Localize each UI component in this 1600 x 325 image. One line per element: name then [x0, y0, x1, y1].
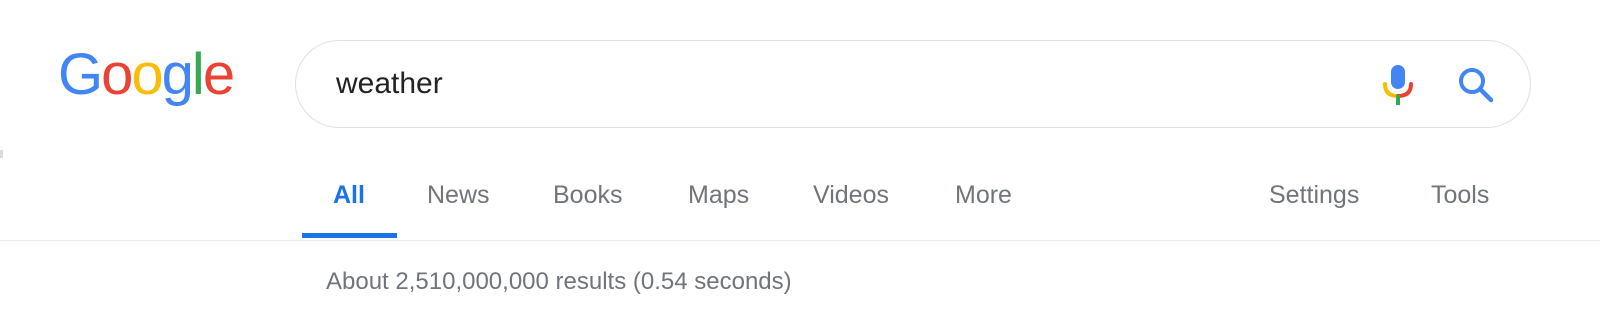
tab-more[interactable]: More	[955, 181, 1012, 210]
tab-books[interactable]: Books	[553, 181, 622, 210]
tab-tools[interactable]: Tools	[1431, 181, 1489, 210]
google-logo[interactable]: Google	[58, 42, 235, 107]
result-stats: About 2,510,000,000 results (0.54 second…	[326, 268, 792, 295]
logo-letter: e	[202, 42, 235, 107]
search-input[interactable]	[336, 63, 1336, 105]
search-box[interactable]	[295, 40, 1531, 128]
tab-news[interactable]: News	[427, 181, 490, 210]
voice-search-button[interactable]	[1378, 63, 1418, 109]
logo-letter: o	[101, 42, 133, 107]
tab-settings[interactable]: Settings	[1269, 181, 1359, 210]
logo-letter: o	[131, 42, 163, 107]
edge-mark	[0, 150, 3, 158]
search-results-page: Google All News Books Maps Videos More S…	[0, 0, 1600, 325]
microphone-icon	[1383, 65, 1413, 105]
active-tab-indicator	[302, 233, 397, 238]
tab-videos[interactable]: Videos	[813, 181, 889, 210]
magnifier-icon	[1459, 68, 1494, 103]
logo-letter: l	[191, 42, 205, 107]
header-divider	[0, 240, 1600, 241]
tab-all[interactable]: All	[333, 181, 365, 210]
logo-letter: G	[58, 42, 103, 107]
logo-letter: g	[161, 42, 194, 107]
search-button[interactable]	[1454, 63, 1500, 109]
search-tabs: All News Books Maps Videos More Settings…	[0, 175, 1600, 240]
tab-maps[interactable]: Maps	[688, 181, 749, 210]
